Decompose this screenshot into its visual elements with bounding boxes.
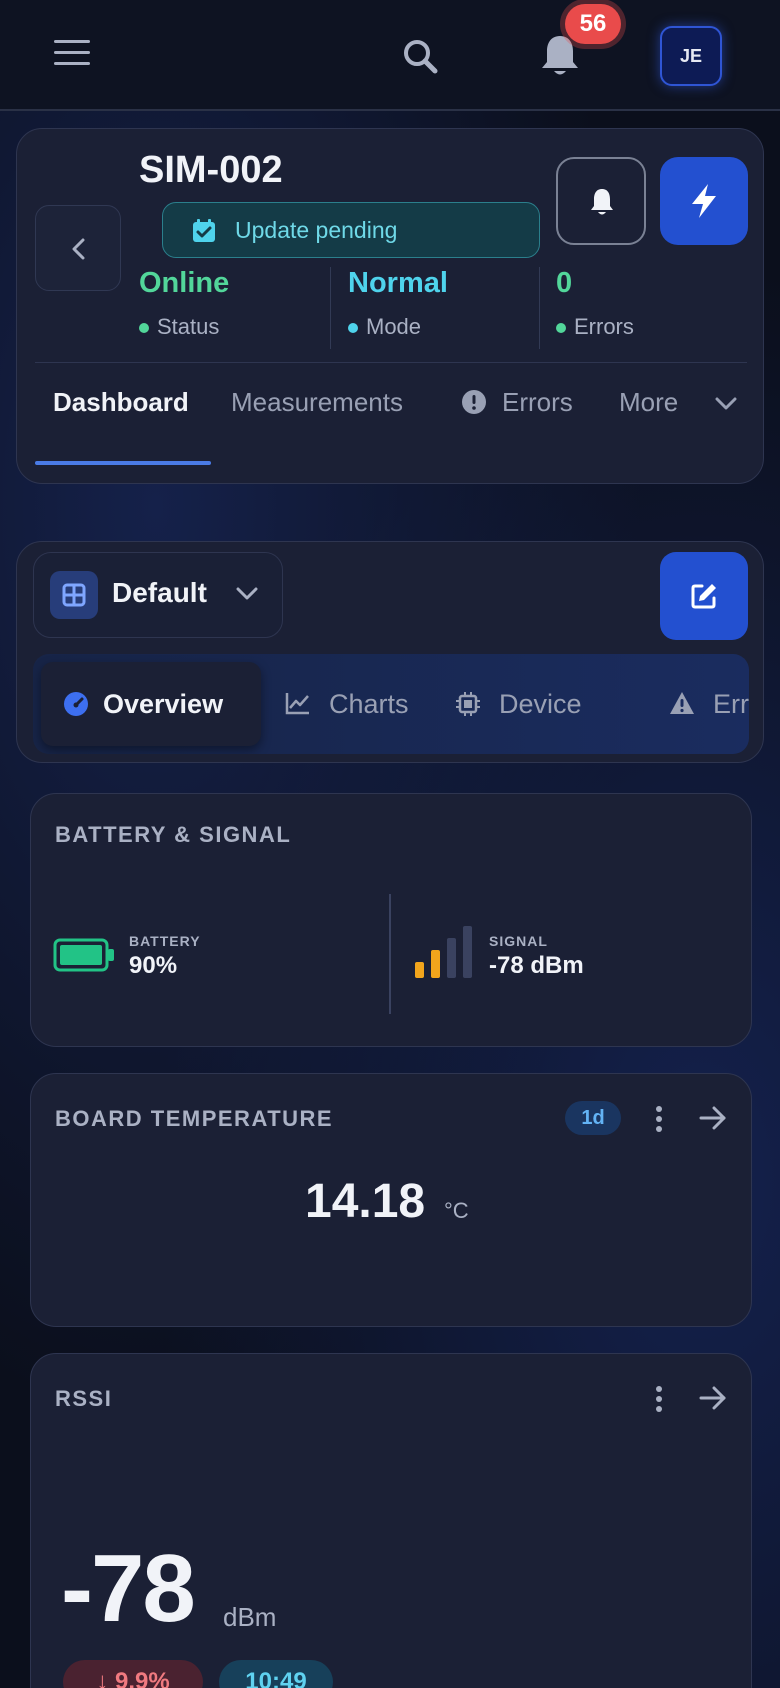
update-pending-badge[interactable]: Update pending (162, 202, 540, 258)
dashboard-subtabs: Overview Charts Device Err (33, 654, 749, 754)
battery-label: BATTERY (129, 933, 201, 949)
widget-title: BOARD TEMPERATURE (55, 1106, 334, 1131)
device-header-card: SIM-002 Update pending Online Status Nor… (16, 128, 764, 484)
subtab-device[interactable]: Device (455, 662, 595, 746)
change-badge: ↓ 9.9% (63, 1660, 203, 1688)
subtab-charts-label: Charts (329, 689, 409, 719)
subtab-overview[interactable]: Overview (41, 662, 261, 746)
board-temperature-widget: BOARD TEMPERATURE 1d 14.18 °C (30, 1073, 752, 1327)
errors-stat: 0 Errors (556, 267, 634, 349)
widget-title: BATTERY & SIGNAL (55, 822, 292, 847)
signal-bar (463, 926, 472, 978)
back-button[interactable] (35, 205, 121, 291)
update-pending-label: Update pending (235, 217, 398, 243)
active-tab-indicator (35, 461, 211, 465)
chip-icon (456, 692, 480, 716)
rssi-value: -78 (61, 1535, 196, 1642)
status-stat: Online Status (139, 267, 229, 349)
battery-value: 90% (129, 952, 178, 979)
chevron-down-icon (236, 587, 258, 600)
subtab-overview-label: Overview (103, 689, 224, 719)
bell-icon (591, 189, 613, 215)
search-icon[interactable] (400, 36, 440, 76)
temperature-value: 14.18 (305, 1175, 426, 1228)
signal-bar (431, 950, 440, 978)
widget-title: RSSI (55, 1386, 113, 1411)
edit-icon (691, 584, 716, 609)
signal-bar (447, 938, 456, 978)
more-options-icon[interactable] (656, 1106, 664, 1134)
widget-divider (389, 894, 391, 1014)
temperature-unit: °C (444, 1198, 469, 1223)
timestamp-badge: 10:49 (219, 1660, 333, 1688)
notification-badge: 56 (565, 4, 621, 44)
signal-value: -78 dBm (489, 952, 584, 979)
mode-label: Mode (366, 314, 422, 339)
quick-action-button[interactable] (660, 157, 748, 245)
tab-measurements[interactable]: Measurements (231, 387, 403, 461)
top-bar: 56 JE (0, 0, 780, 111)
device-alerts-button[interactable] (556, 157, 646, 245)
arrow-right-icon[interactable] (699, 1106, 727, 1130)
tab-errors-label: Errors (502, 387, 573, 417)
gauge-icon (64, 692, 88, 716)
calendar-check-icon (193, 219, 215, 242)
time-range-badge[interactable]: 1d (565, 1101, 621, 1135)
status-label: Status (157, 314, 220, 339)
exclamation-circle-icon (462, 390, 486, 414)
grid-icon (50, 571, 98, 619)
status-dot (139, 323, 149, 334)
mode-dot (348, 323, 358, 334)
dashboard-card: Default Overview Charts Device Err (16, 541, 764, 763)
arrow-right-icon[interactable] (699, 1386, 727, 1410)
tab-more-label: More (619, 387, 679, 417)
divider (35, 362, 747, 363)
status-value: Online (139, 267, 230, 299)
chevron-left-icon (72, 238, 85, 260)
stat-divider (330, 267, 331, 349)
edit-dashboard-button[interactable] (660, 552, 748, 640)
lightning-icon (692, 184, 716, 218)
tab-more[interactable]: More (619, 387, 749, 461)
subtab-errors[interactable]: Errors (669, 662, 749, 746)
mode-value: Normal (348, 267, 448, 299)
dashboard-name: Default (112, 577, 207, 608)
battery-icon (53, 938, 114, 972)
rssi-unit: dBm (223, 1602, 277, 1632)
device-tabs: Dashboard Measurements Errors More (17, 369, 765, 479)
signal-label: SIGNAL (489, 933, 548, 949)
device-title: SIM-002 (139, 149, 283, 191)
chevron-down-icon (715, 397, 737, 410)
tab-dashboard[interactable]: Dashboard (53, 387, 189, 461)
menu-icon[interactable] (54, 40, 90, 68)
errors-label: Errors (574, 314, 634, 339)
rssi-widget: RSSI -78 dBm ↓ 9.9% 10:49 (30, 1353, 752, 1688)
signal-bars-icon (415, 926, 472, 978)
signal-bar (415, 962, 424, 978)
avatar[interactable]: JE (660, 26, 722, 86)
line-chart-icon (285, 693, 309, 715)
warning-icon (670, 692, 694, 714)
subtab-device-label: Device (499, 689, 582, 719)
more-options-icon[interactable] (656, 1386, 664, 1414)
subtab-errors-label: Errors (713, 689, 749, 719)
dashboard-select[interactable]: Default (33, 552, 283, 638)
mode-stat: Normal Mode (348, 267, 448, 349)
stat-divider (539, 267, 540, 349)
subtab-charts[interactable]: Charts (285, 662, 425, 746)
errors-value: 0 (556, 267, 573, 299)
battery-signal-widget: BATTERY & SIGNAL BATTERY 90% SIGNAL -78 … (30, 793, 752, 1047)
errors-dot (556, 323, 566, 334)
